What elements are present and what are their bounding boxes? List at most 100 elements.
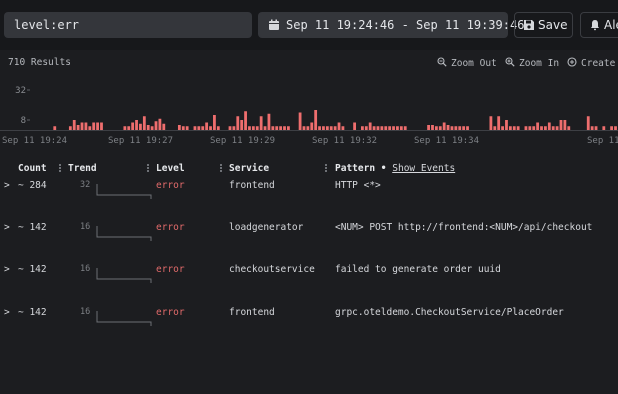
header-trend[interactable]: Trend: [68, 163, 97, 174]
histogram-bar[interactable]: [524, 126, 528, 130]
histogram-bar[interactable]: [135, 120, 138, 130]
histogram-bar[interactable]: [431, 125, 434, 130]
histogram-bar[interactable]: [512, 126, 516, 130]
histogram-bar[interactable]: [508, 126, 512, 130]
histogram-bar[interactable]: [298, 112, 302, 131]
histogram-bar[interactable]: [88, 126, 92, 130]
histogram-bar[interactable]: [302, 126, 306, 130]
histogram-bar[interactable]: [228, 126, 232, 130]
histogram-bar[interactable]: [376, 126, 380, 130]
histogram-bar[interactable]: [310, 122, 314, 131]
histogram-bar[interactable]: [528, 126, 532, 130]
histogram-bar[interactable]: [360, 126, 364, 130]
histogram-bar[interactable]: [399, 126, 403, 130]
histogram-bar[interactable]: [532, 126, 536, 130]
histogram-bar[interactable]: [283, 126, 286, 130]
histogram-bar[interactable]: [380, 126, 384, 130]
histogram-bar[interactable]: [123, 126, 127, 130]
histogram-chart[interactable]: 32 8 Sep 11 19:24 Sep 11 19:27 Sep 11 19:29 S…: [0, 70, 618, 150]
histogram-bar[interactable]: [306, 126, 310, 130]
histogram-bar[interactable]: [193, 126, 197, 130]
histogram-bar[interactable]: [213, 115, 216, 130]
histogram-bar[interactable]: [154, 121, 158, 130]
histogram-bar[interactable]: [396, 126, 399, 130]
histogram-bar[interactable]: [76, 125, 80, 130]
expand-caret-icon[interactable]: >: [4, 264, 10, 275]
histogram-bar[interactable]: [329, 126, 333, 130]
histogram-bar[interactable]: [318, 126, 321, 130]
histogram-bar[interactable]: [181, 126, 185, 130]
histogram-bar[interactable]: [555, 126, 559, 130]
histogram-bar[interactable]: [263, 126, 267, 130]
histogram-bar[interactable]: [438, 126, 442, 130]
histogram-bar[interactable]: [586, 116, 590, 130]
histogram-bar[interactable]: [337, 122, 341, 131]
histogram-bar[interactable]: [197, 126, 201, 130]
histogram-bar[interactable]: [505, 120, 508, 130]
histogram-bar[interactable]: [427, 125, 430, 130]
histogram-bar[interactable]: [403, 126, 407, 130]
histogram-bar[interactable]: [267, 113, 271, 130]
histogram-bar[interactable]: [446, 125, 450, 130]
table-row[interactable]: > ~ 142 16 error loadgenerator <NUM> POST htt…: [0, 222, 618, 242]
column-resizer[interactable]: [220, 163, 222, 174]
histogram-bar[interactable]: [68, 126, 72, 130]
histogram-bar[interactable]: [590, 126, 594, 130]
histogram-bar[interactable]: [236, 116, 240, 130]
histogram-bar[interactable]: [80, 122, 84, 131]
histogram-bar[interactable]: [559, 120, 563, 130]
histogram-bar[interactable]: [454, 126, 458, 130]
histogram-bar[interactable]: [322, 126, 325, 130]
histogram-bar[interactable]: [275, 126, 279, 130]
table-row[interactable]: > ~ 142 16 error checkoutservice failed to ge…: [0, 264, 618, 284]
expand-caret-icon[interactable]: >: [4, 307, 10, 318]
histogram-bar[interactable]: [201, 126, 205, 130]
table-row[interactable]: > ~ 284 32 error frontend HTTP <*>: [0, 180, 618, 200]
histogram-bar[interactable]: [127, 126, 131, 130]
histogram-bar[interactable]: [516, 126, 520, 130]
histogram-bar[interactable]: [209, 126, 212, 130]
column-resizer[interactable]: [59, 163, 61, 174]
create-button[interactable]: Create: [567, 57, 615, 69]
histogram-bar[interactable]: [353, 122, 357, 131]
histogram-bar[interactable]: [544, 126, 547, 130]
histogram-bar[interactable]: [92, 122, 96, 131]
histogram-bar[interactable]: [139, 123, 142, 130]
histogram-bar[interactable]: [216, 126, 220, 130]
histogram-bar[interactable]: [442, 122, 446, 131]
histogram-bar[interactable]: [279, 126, 283, 130]
histogram-bar[interactable]: [96, 122, 99, 131]
histogram-bar[interactable]: [131, 122, 135, 131]
histogram-bar[interactable]: [255, 126, 259, 130]
table-row[interactable]: > ~ 142 16 error frontend grpc.oteldemo.Check…: [0, 307, 618, 327]
histogram-bar[interactable]: [493, 126, 497, 130]
expand-caret-icon[interactable]: >: [4, 180, 10, 191]
histogram-bar[interactable]: [450, 126, 454, 130]
histogram-bar[interactable]: [205, 122, 209, 131]
save-button[interactable]: Save: [514, 12, 573, 38]
histogram-bar[interactable]: [84, 122, 88, 131]
histogram-bar[interactable]: [244, 111, 247, 130]
histogram-bar[interactable]: [72, 120, 76, 130]
histogram-bar[interactable]: [551, 126, 555, 130]
show-events-link[interactable]: Show Events: [392, 163, 455, 174]
histogram-bar[interactable]: [100, 122, 103, 131]
header-pattern-label[interactable]: Pattern: [335, 163, 375, 174]
histogram-bar[interactable]: [434, 126, 438, 130]
histogram-bar[interactable]: [614, 126, 617, 130]
alert-button[interactable]: Ale: [580, 12, 618, 38]
histogram-bar[interactable]: [364, 126, 368, 130]
search-input[interactable]: level:err: [4, 12, 252, 38]
histogram-bar[interactable]: [314, 110, 318, 130]
histogram-bar[interactable]: [341, 126, 345, 130]
histogram-bar[interactable]: [602, 126, 606, 130]
histogram-bar[interactable]: [287, 126, 290, 130]
histogram-bar[interactable]: [271, 126, 275, 130]
histogram-bar[interactable]: [547, 122, 551, 131]
histogram-bar[interactable]: [177, 125, 181, 130]
zoom-in-button[interactable]: Zoom In: [505, 57, 559, 69]
histogram-bar[interactable]: [248, 126, 251, 130]
histogram-bar[interactable]: [594, 126, 598, 130]
zoom-out-button[interactable]: Zoom Out: [437, 57, 497, 69]
histogram-bar[interactable]: [536, 122, 540, 131]
